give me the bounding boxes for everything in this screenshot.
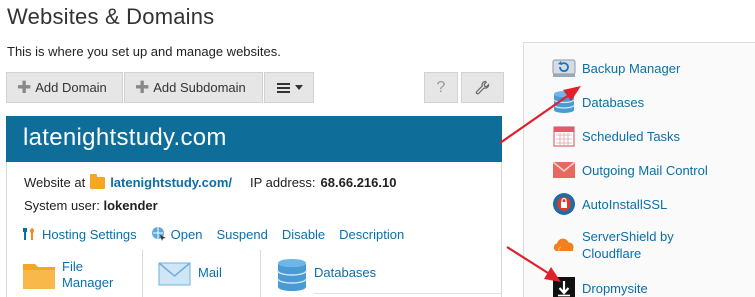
annotation-arrow-backup	[499, 94, 570, 144]
annotation-arrows	[499, 86, 581, 282]
annotation-arrowhead	[563, 86, 581, 101]
annotation-arrowhead	[544, 267, 561, 282]
annotation-arrow-dropmysite	[506, 246, 549, 274]
